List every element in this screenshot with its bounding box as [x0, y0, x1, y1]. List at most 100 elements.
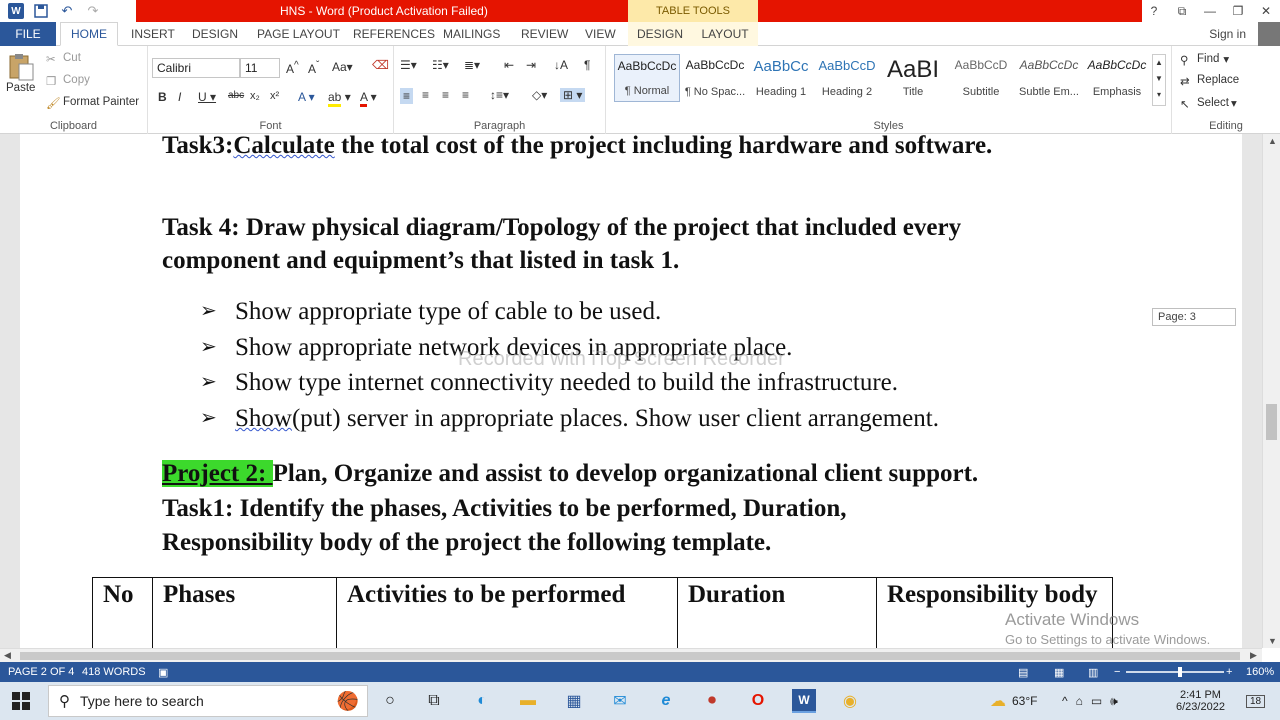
align-right-button[interactable]: ≡ [442, 88, 449, 102]
underline-button[interactable]: U ▾ [198, 90, 216, 104]
table-header-cell[interactable]: No [92, 577, 153, 648]
table-header-cell[interactable]: Phases [152, 577, 337, 648]
bullets-button[interactable]: ☰▾ [400, 58, 417, 72]
shading-button[interactable]: ◇▾ [532, 88, 547, 102]
tab-mailings[interactable]: MAILINGS [443, 22, 500, 46]
horizontal-scrollbar[interactable]: ◀ ▶ [0, 648, 1262, 662]
select-button[interactable]: ↖ Select ▾ [1180, 96, 1237, 111]
superscript-button[interactable]: x² [270, 90, 279, 102]
zoom-out-icon[interactable]: − [1114, 666, 1120, 678]
chrome-icon[interactable]: ◉ [838, 689, 862, 713]
shrink-font-button[interactable]: Aˇ [308, 60, 319, 76]
style-normal[interactable]: AaBbCcDc ¶ Normal [614, 54, 680, 102]
proofing-icon[interactable]: ▣ [158, 666, 168, 679]
replace-button[interactable]: ⇄ Replace [1180, 74, 1239, 88]
user-avatar[interactable] [1258, 22, 1280, 46]
numbering-button[interactable]: ☷▾ [432, 58, 449, 72]
table-header-cell[interactable]: Activities to be performed [336, 577, 678, 648]
clock[interactable]: 2:41 PM 6/23/2022 [1176, 682, 1225, 720]
print-layout-icon[interactable]: ▦ [1054, 666, 1064, 679]
edge-icon[interactable]: ◐ [470, 689, 494, 713]
find-button[interactable]: ⚲ Find ▾ [1180, 52, 1229, 67]
vertical-scroll-thumb[interactable] [1266, 404, 1277, 440]
page-count-status[interactable]: PAGE 2 OF 4 [8, 666, 74, 678]
read-mode-icon[interactable]: ▤ [1018, 666, 1028, 679]
network-icon[interactable]: ⌂ [1076, 694, 1083, 708]
word-logo-icon[interactable]: W [8, 3, 24, 19]
font-color-button[interactable]: A ▾ [360, 90, 377, 107]
word-count-status[interactable]: 418 WORDS [82, 666, 146, 678]
tab-table-layout[interactable]: LAYOUT [692, 22, 758, 46]
copy-button[interactable]: ❐ Copy [46, 74, 90, 88]
cortana-icon[interactable]: ○ [378, 689, 402, 713]
windows-start-icon[interactable] [12, 692, 30, 710]
multilevel-list-button[interactable]: ≣▾ [464, 58, 480, 72]
font-size-select[interactable]: 11 [240, 58, 280, 78]
tab-home[interactable]: HOME [60, 22, 118, 46]
scroll-up-icon[interactable]: ▲ [1268, 136, 1277, 146]
clear-formatting-icon[interactable]: ⌫ [372, 58, 389, 72]
tab-design[interactable]: DESIGN [192, 22, 238, 46]
style-subtle-emphasis[interactable]: AaBbCcDc Subtle Em... [1016, 54, 1082, 102]
show-hidden-icons-icon[interactable]: ^ [1062, 694, 1068, 708]
close-button[interactable]: ✕ [1252, 0, 1280, 22]
redo-icon[interactable]: ↷ [84, 2, 102, 20]
show-marks-button[interactable]: ¶ [584, 58, 590, 72]
style-heading-1[interactable]: AaBbCc Heading 1 [748, 54, 814, 102]
style-title[interactable]: AaBI Title [880, 54, 946, 102]
battery-icon[interactable]: ▭ [1091, 694, 1102, 708]
style-emphasis[interactable]: AaBbCcDc Emphasis [1084, 54, 1150, 102]
ribbon-display-options-button[interactable]: ⧉ [1168, 0, 1196, 22]
tab-review[interactable]: REVIEW [521, 22, 568, 46]
sign-in-link[interactable]: Sign in [1209, 27, 1246, 41]
vertical-scrollbar[interactable]: ▲ ▼ [1262, 134, 1280, 648]
word-taskbar-icon[interactable]: W [792, 689, 816, 713]
tab-file[interactable]: FILE [0, 22, 56, 46]
justify-button[interactable]: ≡ [462, 88, 469, 102]
line-spacing-button[interactable]: ↕≡▾ [490, 88, 509, 102]
subscript-button[interactable]: x₂ [250, 90, 260, 102]
file-explorer-icon[interactable]: ▬ [516, 689, 540, 713]
opera-icon[interactable]: O [746, 689, 770, 713]
document-page[interactable]: Task3:Calculate the total cost of the pr… [20, 134, 1242, 648]
italic-button[interactable]: I [178, 90, 181, 104]
save-icon[interactable] [32, 2, 50, 20]
zoom-slider-knob[interactable] [1178, 667, 1182, 677]
align-center-button[interactable]: ≡ [422, 88, 429, 102]
weather-widget[interactable]: ☁ 63°F [990, 682, 1037, 720]
volume-icon[interactable]: 🕪 [1110, 694, 1118, 709]
align-left-button[interactable]: ≡ [400, 88, 414, 104]
cut-button[interactable]: ✂ Cut [46, 52, 81, 66]
style-subtitle[interactable]: AaBbCcD Subtitle [948, 54, 1014, 102]
tab-page-layout[interactable]: PAGE LAYOUT [257, 22, 340, 46]
taskbar-search-box[interactable]: ⚲ Type here to search 🏀 [48, 685, 368, 717]
task-view-icon[interactable]: ⧉ [422, 689, 446, 713]
paste-button[interactable]: Paste [6, 52, 35, 94]
screen-recorder-icon[interactable]: ⏺ [700, 689, 724, 713]
tab-view[interactable]: VIEW [585, 22, 616, 46]
zoom-level[interactable]: 160% [1246, 666, 1274, 678]
minimize-button[interactable]: — [1196, 0, 1224, 22]
sort-button[interactable]: ↓A [554, 58, 568, 72]
highlight-color-button[interactable]: ab ▾ [328, 90, 351, 107]
notification-center[interactable]: 18 [1246, 682, 1266, 720]
table-header-cell[interactable]: Duration [677, 577, 877, 648]
tab-references[interactable]: REFERENCES [353, 22, 435, 46]
format-painter-button[interactable]: 🖌 Format Painter [46, 96, 139, 110]
scroll-right-icon[interactable]: ▶ [1250, 650, 1257, 661]
horizontal-scroll-thumb[interactable] [20, 652, 1240, 660]
change-case-button[interactable]: Aa▾ [332, 60, 353, 74]
project-template-table[interactable]: No Phases Activities to be performed Dur… [92, 577, 1113, 648]
borders-button[interactable]: ⊞ ▾ [560, 88, 586, 102]
increase-indent-button[interactable]: ⇥ [526, 58, 536, 72]
undo-icon[interactable]: ↶ [58, 2, 76, 20]
font-name-select[interactable]: Calibri [152, 58, 240, 78]
tab-table-design[interactable]: DESIGN [628, 22, 692, 46]
style-heading-2[interactable]: AaBbCcD Heading 2 [814, 54, 880, 102]
text-effects-button[interactable]: A ▾ [298, 90, 315, 104]
scroll-down-icon[interactable]: ▼ [1268, 636, 1277, 646]
mail-icon[interactable]: ✉ [608, 689, 632, 713]
decrease-indent-button[interactable]: ⇤ [504, 58, 514, 72]
style-no-spacing[interactable]: AaBbCcDc ¶ No Spac... [682, 54, 748, 102]
restore-button[interactable]: ❐ [1224, 0, 1252, 22]
